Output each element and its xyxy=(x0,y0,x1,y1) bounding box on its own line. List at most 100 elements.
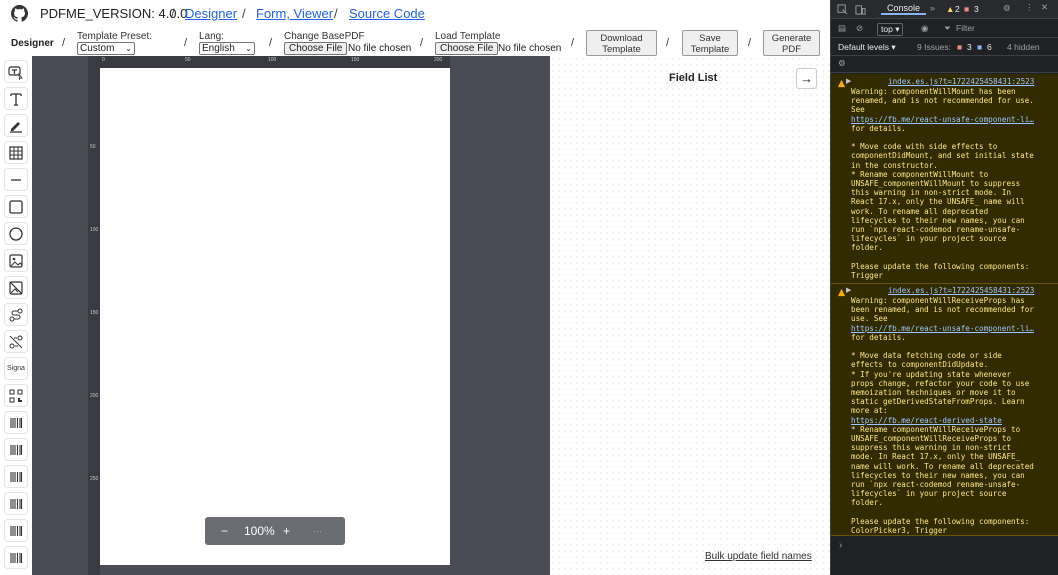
checkbox-tool-button[interactable] xyxy=(4,330,28,353)
warning-line: React 17.x, only the UNSAFE_ name will xyxy=(851,197,1025,207)
table-tool-button[interactable] xyxy=(4,141,28,164)
warning-line: suppress this warning in non-strict xyxy=(851,443,1012,453)
filter-icon: ⏷ xyxy=(944,23,951,33)
ruler-tick-label: 0 xyxy=(102,57,105,63)
svg-tool-button[interactable] xyxy=(4,276,28,299)
line-tool-button[interactable] xyxy=(4,168,28,191)
toolbar-separator: / xyxy=(62,37,66,49)
nav-source-code-link[interactable]: Source Code xyxy=(349,6,425,21)
warning-line: lifecycles` in your project source xyxy=(851,234,1007,244)
issues-red-count[interactable]: 3 xyxy=(967,42,972,52)
more-tabs-button[interactable]: » xyxy=(930,3,935,13)
more-options-icon[interactable]: ⋮ xyxy=(1025,2,1034,13)
expand-icon[interactable]: ▶ xyxy=(846,77,851,85)
select-tool-button[interactable] xyxy=(4,303,28,326)
nav-separator: / xyxy=(334,6,338,21)
issues-red-icon: ■ xyxy=(957,42,963,52)
tab-console[interactable]: Console xyxy=(881,3,927,15)
warning-line xyxy=(851,253,1034,262)
base-pdf-file-button[interactable]: Choose File xyxy=(284,42,348,55)
lang-select[interactable]: English ⌄ xyxy=(199,42,255,55)
nav-form-viewer-link[interactable]: Form, Viewer xyxy=(256,6,333,21)
warning-source-link[interactable]: index.es.js?t=1722425458431:2523 xyxy=(888,77,1034,86)
clear-console-icon[interactable]: ⊘ xyxy=(856,23,863,34)
zoom-more-button[interactable]: ··· xyxy=(313,526,322,536)
signature-text-tool-button[interactable]: Signa xyxy=(4,357,28,380)
issues-blue-count[interactable]: 6 xyxy=(987,42,992,52)
zoom-in-button[interactable]: + xyxy=(283,524,290,538)
zoom-out-button[interactable]: − xyxy=(221,524,228,538)
sidebar-toggle-icon[interactable]: ▤ xyxy=(838,23,846,34)
device-toolbar-icon[interactable] xyxy=(855,4,866,15)
warning-source-link[interactable]: index.es.js?t=1722425458431:2523 xyxy=(888,286,1034,295)
warning-line: folder. xyxy=(851,498,884,508)
ellipse-tool-button[interactable] xyxy=(4,222,28,245)
lang-value: English xyxy=(202,43,235,54)
warning-icon xyxy=(837,288,846,297)
toolbar-separator: / xyxy=(748,37,752,49)
warning-line: Please update the following components: xyxy=(851,516,1030,526)
expand-icon[interactable]: ▶ xyxy=(846,286,851,294)
settings-icon[interactable]: ⚙ xyxy=(1003,3,1011,14)
image-off-icon xyxy=(9,280,23,295)
barcode-tool-button[interactable] xyxy=(4,519,28,542)
console-levels-bar: Default levels ▾ 9 Issues: ■ 3 ■ 6 4 hid… xyxy=(831,38,1058,56)
ruler-vertical: 50 100 150 200 250 xyxy=(88,68,100,575)
warning-line: renamed, and is not recommended for use. xyxy=(851,96,1034,106)
bulk-update-field-names-link[interactable]: Bulk update field names xyxy=(705,551,812,562)
rectangle-tool-button[interactable] xyxy=(4,195,28,218)
download-template-button[interactable]: Download Template xyxy=(586,30,657,56)
filter-input[interactable]: Filter xyxy=(956,23,975,33)
barcode-tool-button[interactable] xyxy=(4,411,28,434)
ruler-tick-label: 200 xyxy=(434,57,443,63)
warning-line[interactable]: https://fb.me/react-unsafe-component-li… xyxy=(851,324,1034,333)
barcode-tool-button[interactable] xyxy=(4,546,28,569)
template-preset-label: Template Preset: xyxy=(77,31,153,42)
warning-line: run `npx react-codemod rename-unsafe- xyxy=(851,225,1021,235)
warning-line: UNSAFE_componentWillReceiveProps to xyxy=(851,434,1012,444)
barcode-tool-button[interactable] xyxy=(4,492,28,515)
collapse-panel-button[interactable]: → xyxy=(796,68,817,89)
save-template-button[interactable]: Save Template xyxy=(682,30,738,56)
barcode-tool-button[interactable] xyxy=(4,465,28,488)
error-icon: ■ xyxy=(964,4,970,14)
nav-designer-link[interactable]: Designer xyxy=(185,6,237,21)
inspect-icon[interactable] xyxy=(837,4,848,15)
qrcode-tool-button[interactable] xyxy=(4,384,28,407)
image-tool-button[interactable] xyxy=(4,249,28,272)
field-list-panel xyxy=(550,56,830,575)
eye-icon[interactable]: ◉ xyxy=(921,23,928,34)
console-prompt[interactable]: › xyxy=(839,540,842,551)
close-icon[interactable]: ✕ xyxy=(1041,2,1048,13)
download-template-line1: Download xyxy=(600,33,643,44)
default-levels-select[interactable]: Default levels ▾ xyxy=(838,42,896,53)
context-select[interactable]: top ▾ xyxy=(877,23,904,36)
version-text: PDFME_VERSION: 4.0.0 xyxy=(40,6,188,21)
nav-separator: / xyxy=(242,6,246,21)
warning-line[interactable]: https://fb.me/react-derived-state xyxy=(851,416,1034,425)
multivariable-text-tool-button[interactable] xyxy=(4,60,28,83)
ellipse-icon xyxy=(9,226,23,241)
warning-line: work. To rename all deprecated xyxy=(851,206,989,216)
warning-line: use. See xyxy=(851,314,888,324)
image-icon xyxy=(9,253,23,268)
warning-line: more at: xyxy=(851,406,888,416)
template-preset-select[interactable]: Custom ⌄ xyxy=(77,42,135,55)
barcode-icon xyxy=(10,552,23,563)
signature-tool-button[interactable] xyxy=(4,114,28,137)
barcode-tool-button[interactable] xyxy=(4,438,28,461)
load-template-file-button[interactable]: Choose File xyxy=(435,42,499,55)
toolbar-separator: / xyxy=(184,37,188,49)
pdf-page[interactable] xyxy=(100,68,450,565)
signature-text-label: Signa xyxy=(7,365,25,372)
warning-line[interactable]: https://fb.me/react-unsafe-component-li… xyxy=(851,115,1034,124)
console-settings-icon[interactable]: ⚙ xyxy=(838,58,846,69)
errors-count[interactable]: 3 xyxy=(974,4,979,14)
generate-pdf-button[interactable]: Generate PDF xyxy=(763,30,820,56)
warnings-count[interactable]: 2 xyxy=(955,4,960,14)
issues-label[interactable]: 9 Issues: xyxy=(917,42,951,52)
pen-icon xyxy=(10,121,22,133)
route-icon xyxy=(9,308,23,321)
text-tool-button[interactable] xyxy=(4,87,28,110)
github-icon[interactable] xyxy=(11,5,28,22)
